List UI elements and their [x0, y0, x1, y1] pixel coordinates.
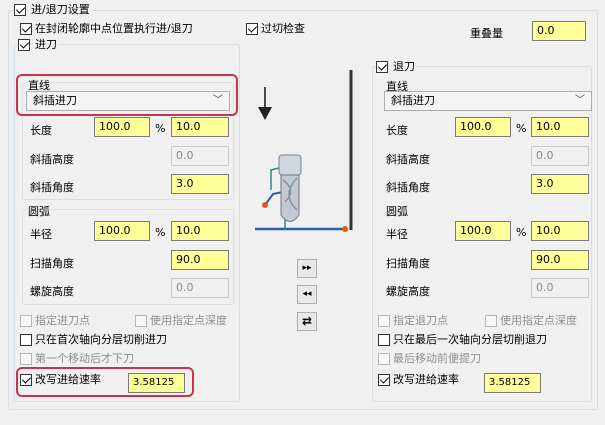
plunge-arrow	[258, 107, 272, 120]
lead-in-radius-percent-sign: %	[155, 226, 166, 239]
checkbox-box[interactable]	[485, 315, 497, 327]
contour-midpoint-checkbox[interactable]: 在封闭轮廓中点位置执行进/退刀	[20, 22, 193, 36]
first-depth-only-checkbox[interactable]: 只在首次轴向分层切削进刀	[20, 333, 167, 347]
path-endpoint	[342, 226, 348, 232]
lead-out-percent-sign: %	[516, 122, 527, 135]
tool-path-diagram	[255, 70, 353, 232]
lead-in-sweep-label: 扫描角度	[30, 257, 74, 270]
lead-in-ramp-height-input[interactable]: 0.0	[171, 146, 229, 166]
lead-out-length-input[interactable]: 10.0	[531, 117, 589, 137]
lead-in-length-percent-input[interactable]: 100.0	[94, 117, 150, 137]
lead-in-radius-label: 半径	[30, 228, 52, 241]
lead-in-sweep-input[interactable]: 90.0	[171, 250, 229, 270]
checkbox-box[interactable]	[20, 334, 32, 346]
lead-in-length-label: 长度	[30, 124, 52, 137]
lead-in-use-point-depth-checkbox[interactable]: 使用指定点深度	[135, 314, 227, 328]
lead-out-length-label: 长度	[386, 124, 408, 137]
lead-out-helix-input[interactable]: 0.0	[531, 278, 589, 298]
lead-out-ramp-height-input[interactable]: 0.0	[531, 146, 589, 166]
checkbox-box[interactable]	[135, 315, 147, 327]
checkbox-box[interactable]	[14, 4, 26, 16]
checkbox-box[interactable]	[378, 374, 390, 386]
checkbox-box[interactable]	[246, 23, 258, 35]
lift-before-last-checkbox[interactable]: 最后移动前便提刀	[378, 352, 481, 366]
checkbox-box[interactable]	[20, 315, 32, 327]
lead-in-ramp-angle-input[interactable]: 3.0	[171, 174, 229, 194]
lead-out-radius-percent-input[interactable]: 100.0	[455, 221, 511, 241]
lead-in-percent-sign: %	[155, 122, 166, 135]
lead-out-type-value: 斜插进刀	[391, 94, 435, 107]
lead-in-radius-percent-input[interactable]: 100.0	[94, 221, 150, 241]
checkbox-box[interactable]	[18, 39, 30, 51]
lead-settings-checkbox[interactable]: 进/退刀设置	[14, 3, 92, 17]
highlight-line-type	[16, 74, 238, 116]
overlap-input[interactable]: 0.0	[532, 21, 586, 41]
lead-out-ramp-angle-label: 斜插角度	[386, 181, 430, 194]
swap-button[interactable]: ⇄	[297, 312, 317, 331]
checkbox-box[interactable]	[378, 334, 390, 346]
overlap-label: 重叠量	[470, 27, 503, 40]
lead-in-helix-input[interactable]: 0.0	[171, 278, 229, 298]
lead-in-arc-group-title: 圆弧	[26, 203, 52, 219]
lead-in-radius-input[interactable]: 10.0	[171, 221, 229, 241]
lead-out-sweep-input[interactable]: 90.0	[531, 250, 589, 270]
lead-in-ramp-angle-label: 斜插角度	[30, 181, 74, 194]
copy-left-button[interactable]: ◂◂	[297, 285, 317, 304]
lead-out-checkbox[interactable]: 退刀	[376, 60, 417, 74]
overcut-check-checkbox[interactable]: 过切检查	[246, 22, 305, 36]
lead-in-length-input[interactable]: 10.0	[171, 117, 229, 137]
specify-lead-in-point-checkbox[interactable]: 指定进刀点	[20, 314, 90, 328]
lead-out-ramp-height-label: 斜插高度	[386, 153, 430, 166]
lead-out-radius-percent-sign: %	[516, 226, 527, 239]
lead-out-use-point-depth-checkbox[interactable]: 使用指定点深度	[485, 314, 577, 328]
last-depth-only-checkbox[interactable]: 只在最后一次轴向分层切削退刀	[378, 333, 547, 347]
lead-out-radius-label: 半径	[386, 228, 408, 241]
lead-out-radius-input[interactable]: 10.0	[531, 221, 589, 241]
lead-out-feed-input[interactable]: 3.58125	[484, 373, 541, 393]
lead-out-type-select[interactable]: 斜插进刀 ﹀	[384, 91, 592, 111]
highlight-override-feed	[16, 367, 194, 397]
checkbox-box[interactable]	[20, 23, 32, 35]
first-move-down-checkbox[interactable]: 第一个移动后才下刀	[20, 352, 134, 366]
lead-out-arc-group-title: 圆弧	[386, 205, 408, 218]
lead-in-helix-label: 螺旋高度	[30, 285, 74, 298]
lead-out-override-feed-checkbox[interactable]: 改写进给速率	[378, 373, 459, 387]
lead-out-sweep-label: 扫描角度	[386, 257, 430, 270]
arc-guide	[270, 167, 280, 190]
specify-lead-out-point-checkbox[interactable]: 指定退刀点	[378, 314, 448, 328]
lead-in-path	[264, 191, 284, 206]
checkbox-box[interactable]	[376, 61, 388, 73]
lead-out-helix-label: 螺旋高度	[386, 285, 430, 298]
chevron-down-icon: ﹀	[575, 95, 585, 106]
lead-in-checkbox[interactable]: 进刀	[18, 38, 59, 52]
end-mill-icon	[278, 154, 302, 222]
lead-out-ramp-angle-input[interactable]: 3.0	[531, 174, 589, 194]
path-startpoint	[262, 202, 268, 208]
checkbox-box[interactable]	[378, 353, 390, 365]
checkbox-box[interactable]	[378, 315, 390, 327]
lead-in-ramp-height-label: 斜插高度	[30, 153, 74, 166]
lead-out-length-percent-input[interactable]: 100.0	[455, 117, 511, 137]
copy-right-button[interactable]: ▸▸	[297, 259, 317, 278]
checkbox-box[interactable]	[20, 353, 32, 365]
